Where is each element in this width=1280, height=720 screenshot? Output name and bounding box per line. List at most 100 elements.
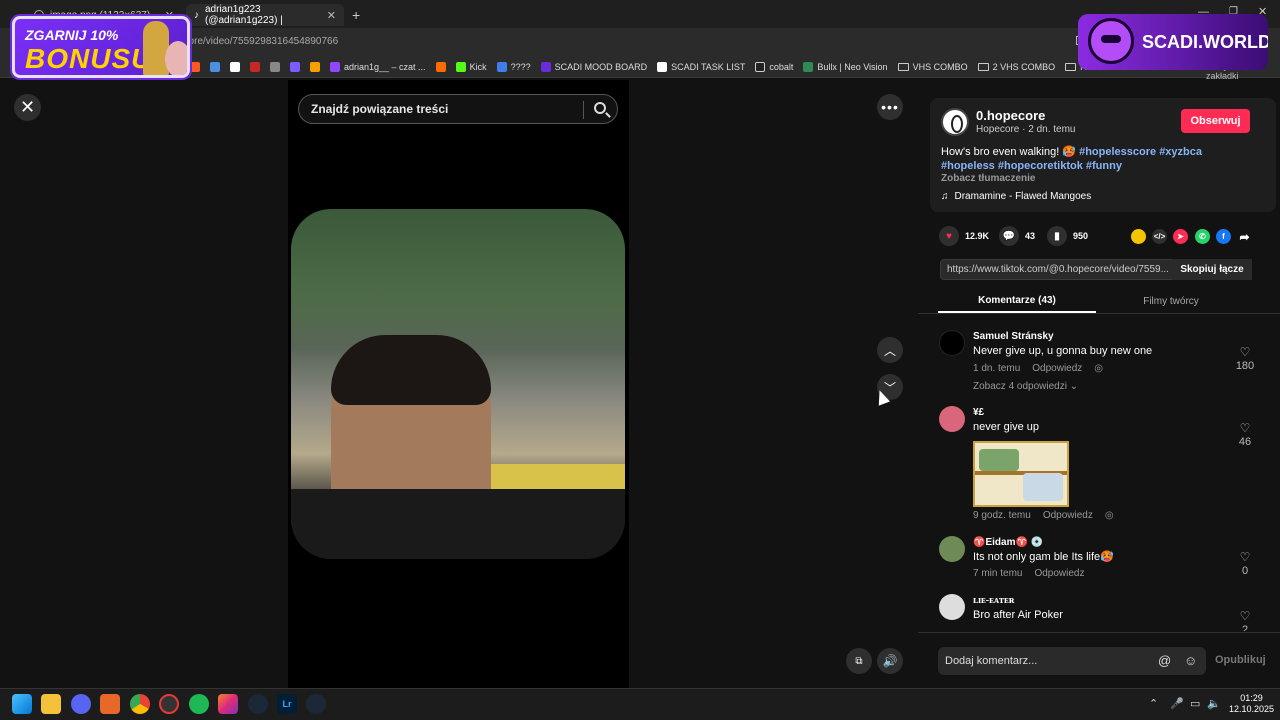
previous-video-button[interactable]: ︿ [877,337,903,363]
bookmark-question[interactable]: ???? [496,61,531,72]
bookmark-vhs-combo[interactable]: VHS COMBO [897,62,968,72]
music-link[interactable]: ♫ Dramamine - Flawed Mangoes [941,191,1091,202]
bookmark-icon-item[interactable] [250,61,260,72]
author-name[interactable]: 0.hopecore [976,108,1045,123]
chevron-up-icon: ︿ [883,343,896,358]
copy-link-button[interactable]: Skopiuj łącze [1172,259,1252,280]
comment-meta: 9 godz. temu Odpowiedz ◎ [973,510,1114,521]
comment-stat[interactable]: 💬 43 [999,226,1035,246]
tab-creator-videos[interactable]: Filmy twórcy [1096,289,1246,313]
related-search-input[interactable]: Znajdź powiązane treści [298,94,618,124]
comment-avatar[interactable] [939,330,965,356]
author-avatar[interactable] [941,108,969,136]
microphone-icon[interactable]: 🎤 [1170,697,1184,710]
comment-like[interactable]: ♡ 46 [1232,422,1258,448]
chevron-up-icon[interactable]: ⌃ [1149,697,1158,710]
share-arrow-icon[interactable]: ➦ [1237,229,1252,244]
browser-tab-tiktok[interactable]: ♪ adrian1g223 (@adrian1g223) | ✕ [186,4,344,26]
comment-username[interactable]: ¥£ [973,407,984,418]
comment-avatar[interactable] [939,406,965,432]
bookmark-bullx[interactable]: Bullx | Neo Vision [803,61,888,72]
close-video-button[interactable]: ✕ [14,94,41,121]
comment-input[interactable]: Dodaj komentarz... @ ☺ [938,647,1206,675]
bonus-ad-banner[interactable]: ZGARNIJ 10% BONUSU [12,16,190,78]
like-stat[interactable]: ♥ 12.9K [939,226,989,246]
bookmark-icon-item[interactable] [190,61,200,72]
bookmark-icon-item[interactable] [230,61,240,72]
music-title: Dramamine - Flawed Mangoes [954,191,1092,202]
comment-avatar[interactable] [939,594,965,620]
comment-username[interactable]: Samuel Stránsky [973,331,1054,342]
publish-button[interactable]: Opublikuj [1215,654,1266,666]
comment-image[interactable] [973,441,1069,507]
comment-like[interactable]: ♡ 180 [1232,346,1258,372]
reply-link[interactable]: Odpowiedz [1034,568,1084,579]
bookmark-scadi-task-list[interactable]: SCADI TASK LIST [657,61,745,72]
view-replies-link[interactable]: Zobacz 4 odpowiedzi ⌄ [973,381,1078,392]
more-options-button[interactable]: ••• [877,94,903,120]
bookmark-scadi-mood-board[interactable]: SCADI MOOD BOARD [540,61,647,72]
discord-icon[interactable] [71,694,91,714]
embed-code-icon[interactable]: </> [1152,229,1167,244]
spotify-icon[interactable] [189,694,209,714]
bookmark-icon-item[interactable] [270,61,280,72]
comment-meta: 1 dn. temu Odpowiedz ◎ [973,363,1103,374]
url-text[interactable]: ecore/video/7559298316454890766 [178,36,338,47]
lightroom-icon[interactable]: Lr [277,694,297,714]
music-note-icon: ♫ [941,191,949,202]
tab-comments[interactable]: Komentarze (43) [938,289,1096,313]
file-explorer-icon[interactable] [41,694,61,714]
reply-link[interactable]: Odpowiedz [1032,363,1082,374]
bookmark-kick[interactable]: Kick [455,61,487,72]
steam-icon[interactable] [306,694,326,714]
close-tab-icon[interactable]: ✕ [327,9,336,22]
video-player[interactable] [291,209,625,559]
hashtags-line1[interactable]: #hopelesscore #xyzbca [1079,146,1202,158]
comment-count: 43 [1025,231,1036,241]
chrome-icon[interactable] [130,694,150,714]
comment-avatar[interactable] [939,536,965,562]
tab-label: adrian1g223 (@adrian1g223) | [205,4,283,26]
comment-like-count: 0 [1241,565,1249,577]
network-icon[interactable]: ▭ [1190,697,1200,710]
comment-text: never give up [973,421,1040,433]
whatsapp-icon[interactable]: ✆ [1195,229,1210,244]
comment-like[interactable]: ♡ 0 [1232,551,1258,577]
send-icon[interactable]: ➤ [1173,229,1188,244]
bookmark-icon-item[interactable] [210,61,220,72]
hashtags-line2[interactable]: #hopeless #hopecoretiktok #funny [941,160,1122,172]
follow-button[interactable]: Obserwuj [1181,109,1250,133]
bookmark-icon-item[interactable] [435,61,446,72]
mention-icon[interactable]: @ [1158,653,1171,668]
reply-link[interactable]: Odpowiedz [1043,510,1093,521]
bookmark-icon-item[interactable] [290,61,300,72]
search-icon[interactable] [594,102,606,114]
floating-player-button[interactable]: ⧉ [846,648,872,674]
comment-placeholder: Dodaj komentarz... [945,655,1038,667]
steam-icon[interactable] [248,694,268,714]
comment-like[interactable]: ♡ 2 [1232,611,1258,631]
scadi-world-text: SCADI.WORLD [1142,32,1268,52]
taskbar-clock[interactable]: 01:29 12.10.2025 [1229,693,1274,715]
app-icon[interactable] [100,694,120,714]
heart-outline-icon: ♡ [1239,611,1251,623]
cobalt-icon [755,61,766,72]
see-translation-link[interactable]: Zobacz tłumaczenie [941,173,1035,184]
scadi-world-ad-banner[interactable]: SCADI.WORLD [1078,14,1268,70]
windows-start-icon[interactable] [12,694,32,714]
volume-button[interactable]: 🔊 [877,648,903,674]
save-stat[interactable]: ▮ 950 [1047,226,1088,246]
new-tab-button[interactable]: + [344,4,364,26]
bookmark-adrian-czat[interactable]: adrian1g__ – czat ... [330,61,426,72]
comment-username[interactable]: ♈Eidam♈ 💿 [973,537,1043,548]
bookmark-cobalt[interactable]: cobalt [755,61,793,72]
facebook-icon[interactable]: f [1216,229,1231,244]
comment-username[interactable]: ʟɪᴇ-ᴇᴀᴛᴇʀ [973,595,1015,606]
app-icon[interactable] [159,694,179,714]
bookmark-2-vhs-combo[interactable]: 2 VHS COMBO [977,62,1055,72]
emoji-icon[interactable]: ☺ [1184,653,1197,668]
volume-icon[interactable]: 🔈 [1207,697,1221,710]
photo-app-icon[interactable] [218,694,238,714]
repost-icon[interactable] [1131,229,1146,244]
bookmark-icon-item[interactable] [310,61,320,72]
